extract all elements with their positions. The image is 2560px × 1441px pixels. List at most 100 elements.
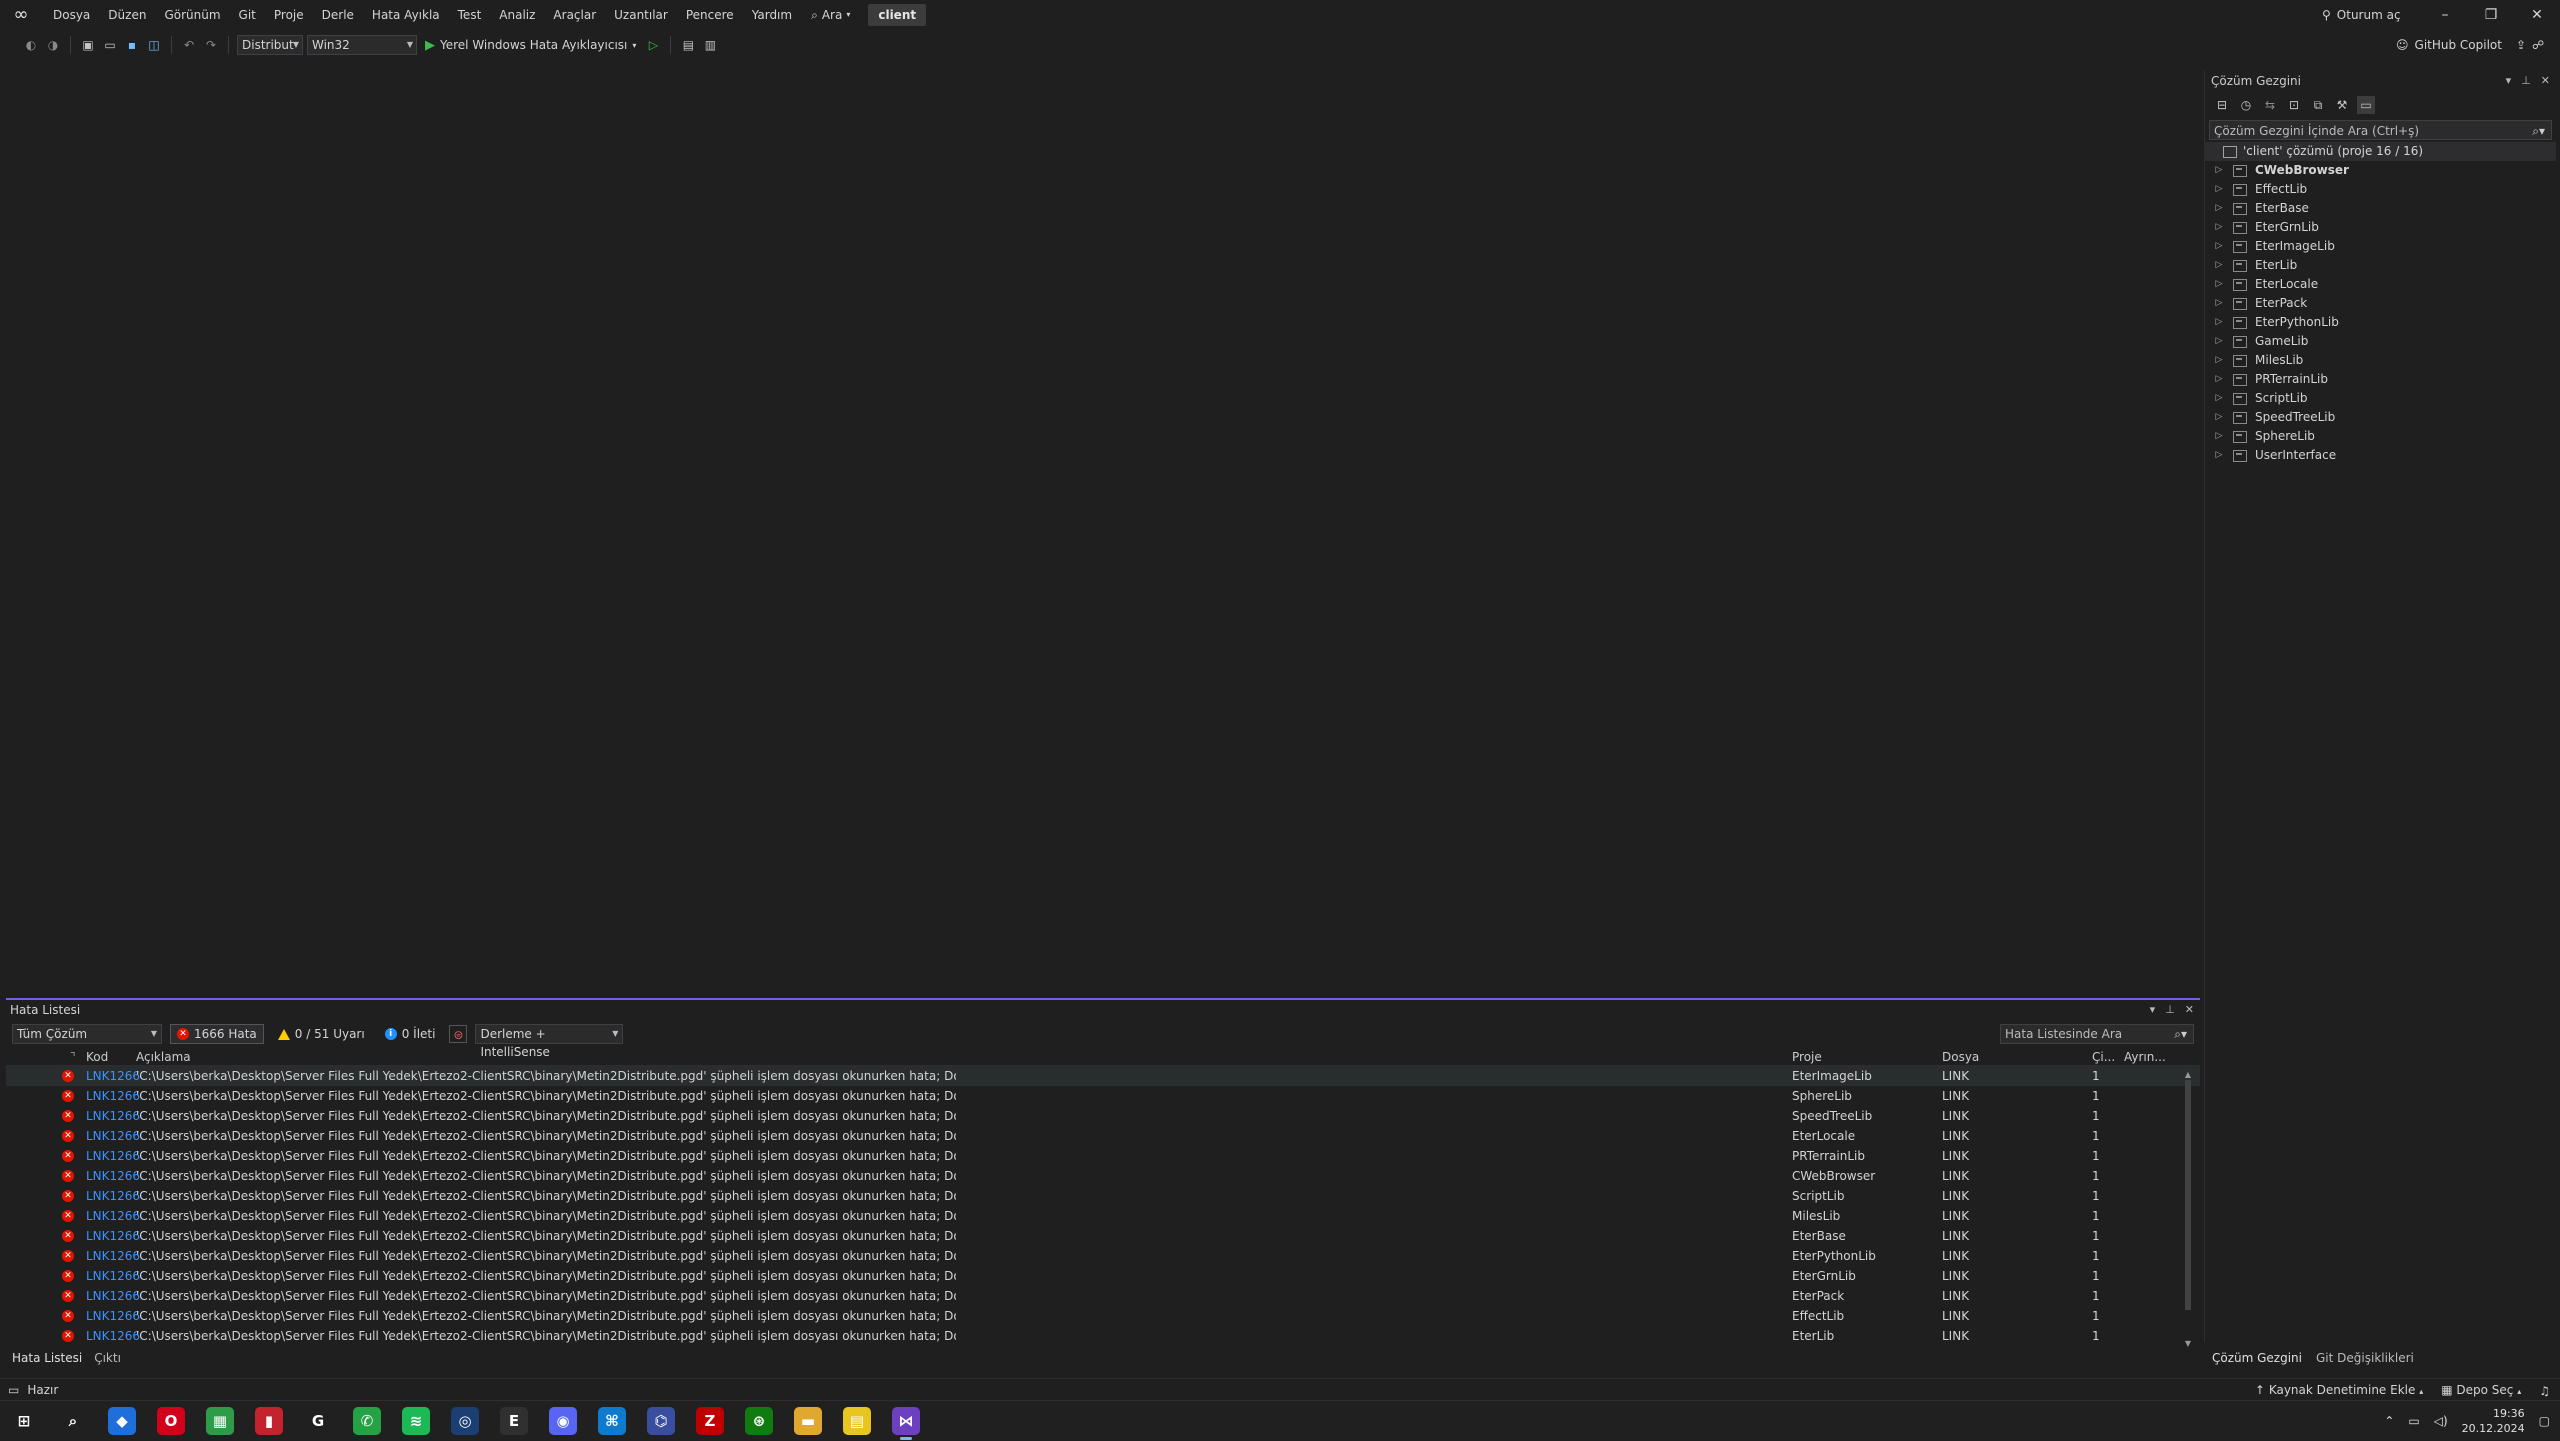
new-project-icon[interactable]: ▣ [79, 36, 97, 54]
menu-item[interactable]: Düzen [99, 0, 155, 30]
properties-icon[interactable]: ⚒ [2333, 96, 2351, 114]
steam-icon[interactable]: ◎ [451, 1407, 479, 1435]
chevron-up-icon[interactable]: ⌃ [2384, 1414, 2394, 1428]
project-node[interactable]: ▷ UserInterface [2205, 446, 2556, 465]
sign-in-button[interactable]: ⚲ Oturum aç [2322, 0, 2401, 30]
close-icon[interactable]: ✕ [2541, 70, 2550, 92]
tab-solution-explorer[interactable]: Çözüm Gezgini [2212, 1348, 2302, 1368]
search-icon[interactable]: ⌕ [59, 1407, 87, 1435]
column-file[interactable]: Dosya [1942, 1048, 1979, 1066]
menu-item[interactable]: Araçlar [544, 0, 605, 30]
expand-icon[interactable]: ▷ [2211, 351, 2227, 370]
warnings-filter-button[interactable]: 0 / 51 Uyarı [272, 1024, 371, 1044]
table-row[interactable]: ✕ LNK1266 'C:\Users\berka\Desktop\Server F… [6, 1186, 2200, 1206]
project-node[interactable]: ▷ EterLocale [2205, 275, 2556, 294]
table-row[interactable]: ✕ LNK1266 'C:\Users\berka\Desktop\Server F… [6, 1106, 2200, 1126]
chevron-down-icon[interactable]: ▾ [2506, 70, 2512, 92]
expand-icon[interactable]: ▷ [2211, 370, 2227, 389]
menu-item[interactable]: Uzantılar [605, 0, 677, 30]
error-code-link[interactable]: LNK1266 [86, 1166, 140, 1186]
error-code-link[interactable]: LNK1266 [86, 1266, 140, 1286]
table-row[interactable]: ✕ LNK1266 'C:\Users\berka\Desktop\Server F… [6, 1306, 2200, 1326]
error-code-link[interactable]: LNK1266 [86, 1326, 140, 1346]
filezilla-icon[interactable]: Z [696, 1407, 724, 1435]
column-code[interactable]: Kod [86, 1048, 108, 1066]
project-node[interactable]: ▷ MilesLib [2205, 351, 2556, 370]
expand-icon[interactable]: ▷ [2211, 408, 2227, 427]
menu-item[interactable]: Pencere [677, 0, 743, 30]
expand-icon[interactable]: ▷ [2211, 199, 2227, 218]
project-node[interactable]: ▷ GameLib [2205, 332, 2556, 351]
error-code-link[interactable]: LNK1266 [86, 1086, 140, 1106]
table-row[interactable]: ✕ LNK1266 'C:\Users\berka\Desktop\Server F… [6, 1326, 2200, 1346]
feedback-icon[interactable]: ☍ [2532, 30, 2544, 60]
platform-select[interactable]: Win32 ▼ [307, 35, 417, 55]
clock[interactable]: 19:36 20.12.2024 [2462, 1406, 2525, 1436]
menu-item[interactable]: Hata Ayıkla [363, 0, 449, 30]
history-icon[interactable]: ◷ [2237, 96, 2255, 114]
file-explorer-icon[interactable]: ▬ [794, 1407, 822, 1435]
github-desktop-icon[interactable]: G [304, 1407, 332, 1435]
layout-icon[interactable]: ▥ [701, 36, 719, 54]
close-icon[interactable]: ✕ [2185, 1000, 2194, 1020]
tab-git-changes[interactable]: Git Değişiklikleri [2316, 1348, 2414, 1368]
expand-icon[interactable]: ▷ [2211, 218, 2227, 237]
build-filter-select[interactable]: Derleme + IntelliSense ▼ [475, 1024, 624, 1059]
sheets-icon[interactable]: ▦ [206, 1407, 234, 1435]
scope-select[interactable]: Tüm Çözüm ▼ [12, 1024, 162, 1044]
table-row[interactable]: ✕ LNK1266 'C:\Users\berka\Desktop\Server F… [6, 1126, 2200, 1146]
save-icon[interactable]: ▪ [123, 36, 141, 54]
error-code-link[interactable]: LNK1266 [86, 1206, 140, 1226]
table-row[interactable]: ✕ LNK1266 'C:\Users\berka\Desktop\Server F… [6, 1086, 2200, 1106]
collapse-all-icon[interactable]: ⊡ [2285, 96, 2303, 114]
project-node[interactable]: ▷ EterPythonLib [2205, 313, 2556, 332]
sync-icon[interactable]: ⇆ [2261, 96, 2279, 114]
open-folder-icon[interactable]: ▭ [101, 36, 119, 54]
project-node[interactable]: ▷ CWebBrowser [2205, 161, 2556, 180]
forward-icon[interactable]: ◑ [44, 36, 62, 54]
table-row[interactable]: ✕ LNK1266 'C:\Users\berka\Desktop\Server F… [6, 1206, 2200, 1226]
project-node[interactable]: ▷ SphereLib [2205, 427, 2556, 446]
tab-error-list[interactable]: Hata Listesi [12, 1348, 82, 1368]
project-node[interactable]: ▷ EterBase [2205, 199, 2556, 218]
discord-icon[interactable]: ◉ [549, 1407, 577, 1435]
restore-button[interactable]: ❐ [2468, 0, 2514, 30]
configuration-select[interactable]: Distribut ▼ [237, 35, 303, 55]
menu-item[interactable]: Test [449, 0, 491, 30]
menu-item[interactable]: Görünüm [155, 0, 229, 30]
table-row[interactable]: ✕ LNK1266 'C:\Users\berka\Desktop\Server F… [6, 1286, 2200, 1306]
whatsapp-icon[interactable]: ✆ [353, 1407, 381, 1435]
errors-filter-button[interactable]: ✕ 1666 Hata [170, 1024, 264, 1044]
network-app-icon[interactable]: ⌬ [647, 1407, 675, 1435]
pin-icon[interactable]: ⊥ [2521, 70, 2531, 92]
solution-node[interactable]: 'client' çözümü (proje 16 / 16) [2205, 142, 2556, 161]
minimize-button[interactable]: – [2422, 0, 2468, 30]
red-app-icon[interactable]: ▮ [255, 1407, 283, 1435]
expand-icon[interactable]: ▷ [2211, 180, 2227, 199]
sticky-notes-icon[interactable]: ▤ [843, 1407, 871, 1435]
project-node[interactable]: ▷ EffectLib [2205, 180, 2556, 199]
save-all-icon[interactable]: ◫ [145, 36, 163, 54]
vscode-icon[interactable]: ⌘ [598, 1407, 626, 1435]
epic-games-icon[interactable]: E [500, 1407, 528, 1435]
expand-icon[interactable]: ▷ [2211, 237, 2227, 256]
search-menu[interactable]: ⌕ Ara ▾ [801, 0, 860, 30]
table-row[interactable]: ✕ LNK1266 'C:\Users\berka\Desktop\Server F… [6, 1066, 2200, 1086]
xbox-icon[interactable]: ⊛ [745, 1407, 773, 1435]
tab-output[interactable]: Çıktı [94, 1348, 121, 1368]
error-code-link[interactable]: LNK1266 [86, 1186, 140, 1206]
expand-icon[interactable]: ▷ [2211, 313, 2227, 332]
error-code-link[interactable]: LNK1266 [86, 1246, 140, 1266]
github-copilot-button[interactable]: ☺ GitHub Copilot ⇪ ☍ [2396, 30, 2544, 60]
network-icon[interactable]: ▭ [2408, 1414, 2419, 1428]
scroll-up-icon[interactable]: ▲ [2182, 1070, 2194, 1079]
start-debugging-button[interactable]: ▶ Yerel Windows Hata Ayıklayıcısı ▾ [421, 34, 640, 56]
project-node[interactable]: ▷ SpeedTreeLib [2205, 408, 2556, 427]
menu-item[interactable]: Yardım [743, 0, 801, 30]
error-code-link[interactable]: LNK1266 [86, 1306, 140, 1326]
column-line[interactable]: Çi... [2092, 1048, 2115, 1066]
menu-item[interactable]: Dosya [44, 0, 99, 30]
expand-icon[interactable]: ▷ [2211, 332, 2227, 351]
project-node[interactable]: ▷ EterLib [2205, 256, 2556, 275]
redo-icon[interactable]: ↷ [202, 36, 220, 54]
